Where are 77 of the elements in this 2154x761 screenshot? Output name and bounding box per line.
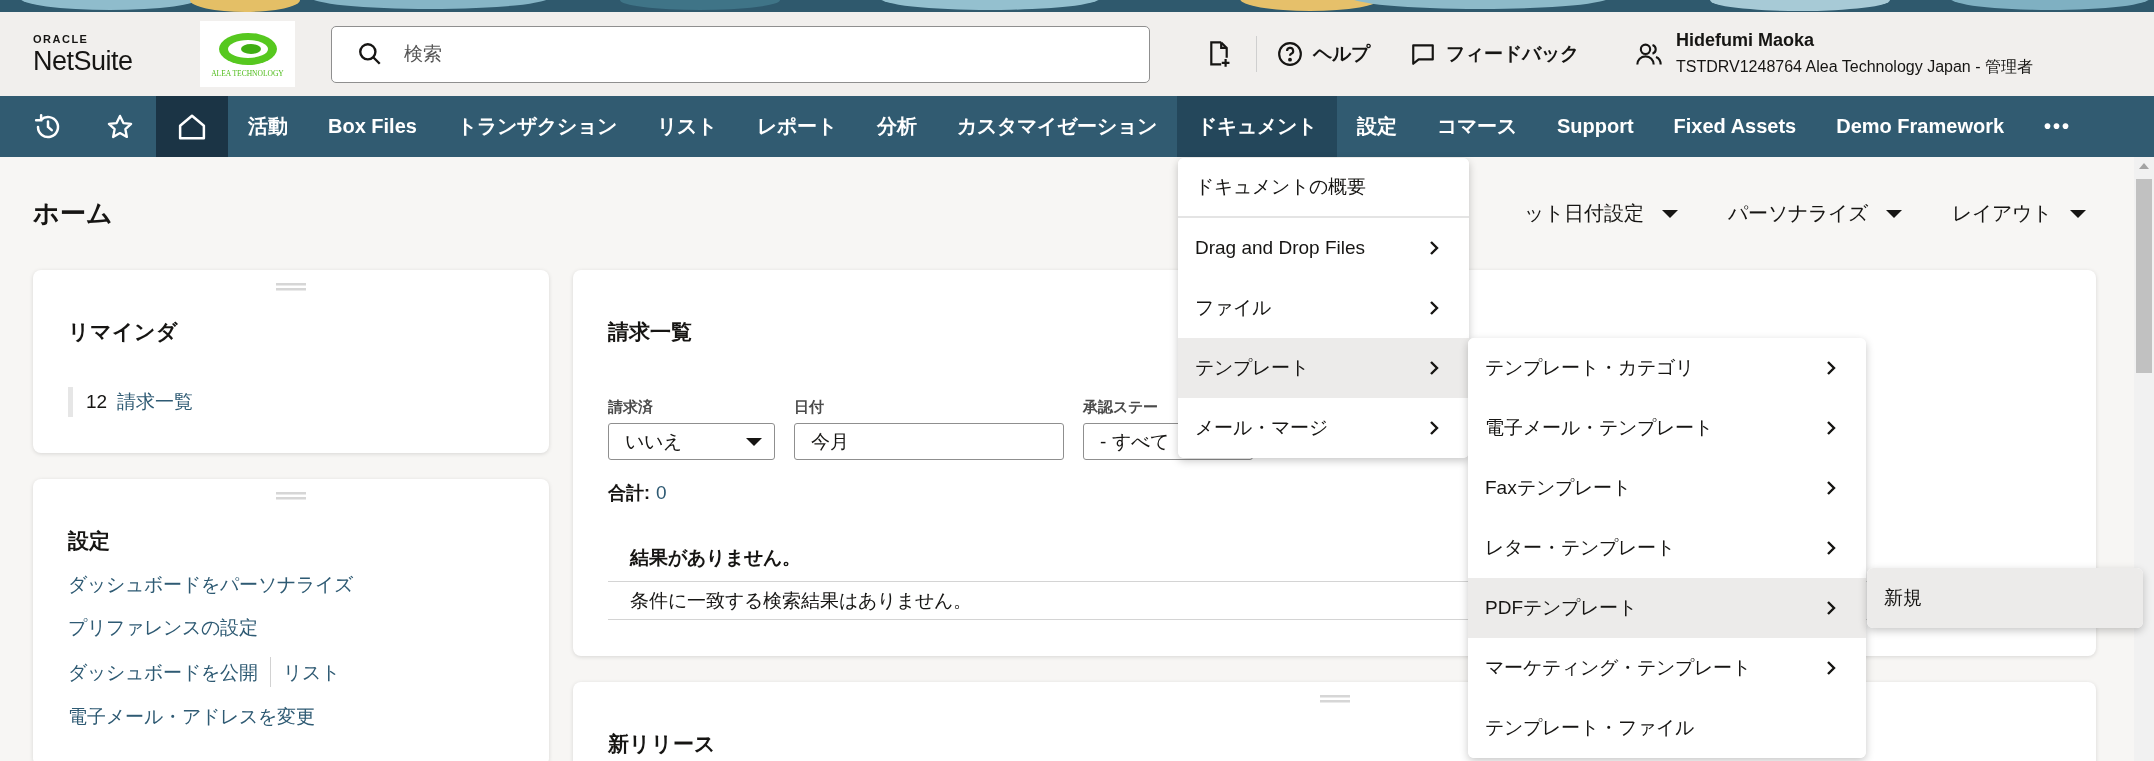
oracle-logo-text: ORACLE [33, 32, 90, 46]
nav-item[interactable]: ドキュメント [1176, 96, 1337, 157]
nav-item[interactable]: コマース [1416, 96, 1537, 157]
menu-item[interactable]: ドキュメントの概要 [1178, 158, 1469, 218]
field-label: 承認ステー [1083, 398, 1159, 416]
ring-logo-icon [216, 30, 279, 67]
reminder-bar [68, 387, 73, 417]
chevron-right-icon [1427, 299, 1441, 317]
nav-item[interactable]: 分析 [856, 96, 937, 157]
text-field[interactable]: 今月 [794, 423, 1064, 460]
star-icon [106, 112, 134, 141]
drag-handle-icon[interactable] [1319, 695, 1350, 703]
dropdown-button[interactable]: ット日付設定 [1524, 200, 1678, 227]
search-field[interactable]: 検索 [331, 25, 1150, 83]
settings-link[interactable]: プリファレンスの設定 [68, 614, 258, 641]
chevron-right-icon [1824, 659, 1838, 677]
nav-item[interactable]: リスト [636, 96, 737, 157]
menu-item[interactable]: レター・テンプレート [1468, 518, 1866, 578]
settings-link[interactable]: 電子メール・アドレスを変更 [68, 703, 315, 730]
page-title: ホーム [33, 197, 114, 230]
menu-item[interactable]: 電子メール・テンプレート [1468, 398, 1866, 458]
total-link[interactable]: 0 [656, 481, 667, 505]
chevron-right-icon [1824, 539, 1838, 557]
chevron-right-icon [1427, 419, 1441, 437]
nav-item[interactable]: Support [1536, 96, 1654, 157]
reminder-count: 12 [86, 391, 108, 413]
menu-item[interactable]: テンプレート [1178, 338, 1469, 398]
settings-link[interactable]: ダッシュボードをパーソナライズ [68, 571, 353, 598]
total-label: 合計: [608, 482, 650, 505]
reminder-link[interactable]: 請求一覧 [117, 389, 194, 415]
chevron-right-icon [1824, 599, 1838, 617]
dropdown-field[interactable]: いいえ [608, 423, 775, 460]
portlet-title: 設定 [68, 528, 111, 554]
menu-item[interactable]: マーケティング・テンプレート [1468, 638, 1866, 698]
feedback-button[interactable]: フィードバック [1390, 41, 1599, 67]
settings-link[interactable]: ダッシュボードを公開 [68, 658, 258, 686]
portlet-title: リマインダ [68, 319, 179, 345]
menu-item[interactable]: 新規 [1867, 568, 2143, 628]
portlet-title: 請求一覧 [608, 319, 693, 345]
menu-item[interactable]: Drag and Drop Files [1178, 218, 1469, 278]
dropdown-button[interactable]: パーソナライズ [1728, 200, 1902, 227]
drag-handle-icon[interactable] [276, 283, 306, 291]
speech-bubble-icon [1410, 41, 1436, 67]
chevron-right-icon [1427, 359, 1441, 377]
help-button[interactable]: ヘルプ [1257, 41, 1390, 67]
chevron-right-icon [1427, 239, 1441, 257]
netsuite-logo-text: NetSuite [33, 45, 134, 76]
menu-item[interactable]: メール・マージ [1178, 398, 1469, 458]
field-label: 請求済 [608, 398, 654, 416]
drag-handle-icon[interactable] [276, 492, 306, 500]
menu-item[interactable]: ファイル [1178, 278, 1469, 338]
field-label: 日付 [794, 398, 825, 416]
nav-item[interactable]: Demo Framework [1816, 96, 2025, 157]
menu-item[interactable]: テンプレート・ファイル [1468, 698, 1866, 758]
chevron-right-icon [1824, 479, 1838, 497]
user-name: Hidefumi Maoka [1676, 30, 1816, 51]
chevron-right-icon [1824, 359, 1838, 377]
help-icon [1277, 41, 1303, 67]
search-icon [357, 40, 383, 67]
more-button[interactable]: ••• [2024, 96, 2092, 157]
nav-item[interactable]: Box Files [308, 96, 437, 157]
home-button[interactable] [156, 96, 228, 157]
nav-item[interactable]: 活動 [228, 96, 308, 157]
nav-item[interactable]: 設定 [1336, 96, 1417, 157]
nav-item[interactable]: カスタマイゼーション [936, 96, 1177, 157]
new-document-icon[interactable] [1208, 40, 1230, 68]
menu-item[interactable]: テンプレート・カテゴリ [1468, 338, 1866, 398]
menu-item[interactable]: Faxテンプレート [1468, 458, 1866, 518]
chevron-right-icon [1824, 419, 1838, 437]
menu-item[interactable]: PDFテンプレート [1468, 578, 1866, 638]
nav-item[interactable]: Fixed Assets [1653, 96, 1817, 157]
account-name: TSTDRV1248764 Alea Technology Japan - 管理者 [1676, 57, 2033, 77]
caret-down-icon [746, 436, 762, 447]
settings-link[interactable]: リスト [283, 658, 340, 686]
nav-item[interactable]: トランザクション [436, 96, 637, 157]
nav-item[interactable]: レポート [736, 96, 857, 157]
dropdown-button[interactable]: レイアウト [1952, 200, 2086, 227]
